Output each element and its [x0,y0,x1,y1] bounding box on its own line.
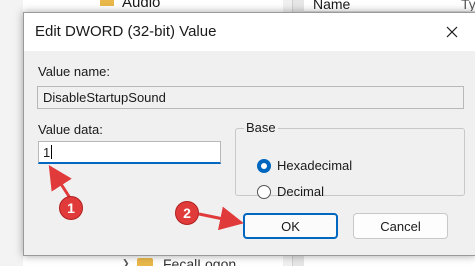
dialog-title-bar[interactable]: Edit DWORD (32-bit) Value [24,13,475,51]
radio-decimal-label[interactable]: Decimal [277,184,324,199]
step-1-badge: 1 [59,196,83,220]
text-caret [51,145,53,159]
radio-button[interactable] [257,184,271,199]
tree-indent-strip [0,0,23,266]
tree-item-audio[interactable]: Audio [122,0,160,11]
radio-hexadecimal[interactable]: Hexadecimal [257,158,352,173]
cancel-button[interactable]: Cancel [353,213,448,239]
value-data-text: 1 [43,145,51,160]
ok-button[interactable]: OK [243,213,338,239]
close-icon [446,26,458,38]
value-data-input[interactable]: 1 [38,141,221,164]
value-name-label: Value name: [38,64,111,79]
step-2-badge: 2 [175,201,199,225]
radio-button-selected[interactable] [257,158,271,173]
close-button[interactable] [441,21,463,43]
edit-dword-dialog: Edit DWORD (32-bit) Value Value name: Di… [23,12,475,256]
list-header: Name Ty [304,0,475,12]
value-name-field: DisableStartupSound [37,86,464,109]
radio-decimal[interactable]: Decimal [257,184,324,199]
column-header-type[interactable]: Ty [461,0,475,11]
base-groupbox: Base Hexadecimal Decimal [235,120,465,199]
radio-hexadecimal-label[interactable]: Hexadecimal [277,158,352,173]
tree-item-fecallogon[interactable]: FecalLogon [163,256,236,266]
base-legend: Base [244,120,278,135]
value-data-label: Value data: [38,122,103,137]
column-header-name[interactable]: Name [313,0,350,11]
dialog-title: Edit DWORD (32-bit) Value [35,23,217,40]
folder-icon [137,258,153,266]
chevron-right-icon[interactable]: ❯ [122,258,130,266]
folder-icon [100,0,114,6]
